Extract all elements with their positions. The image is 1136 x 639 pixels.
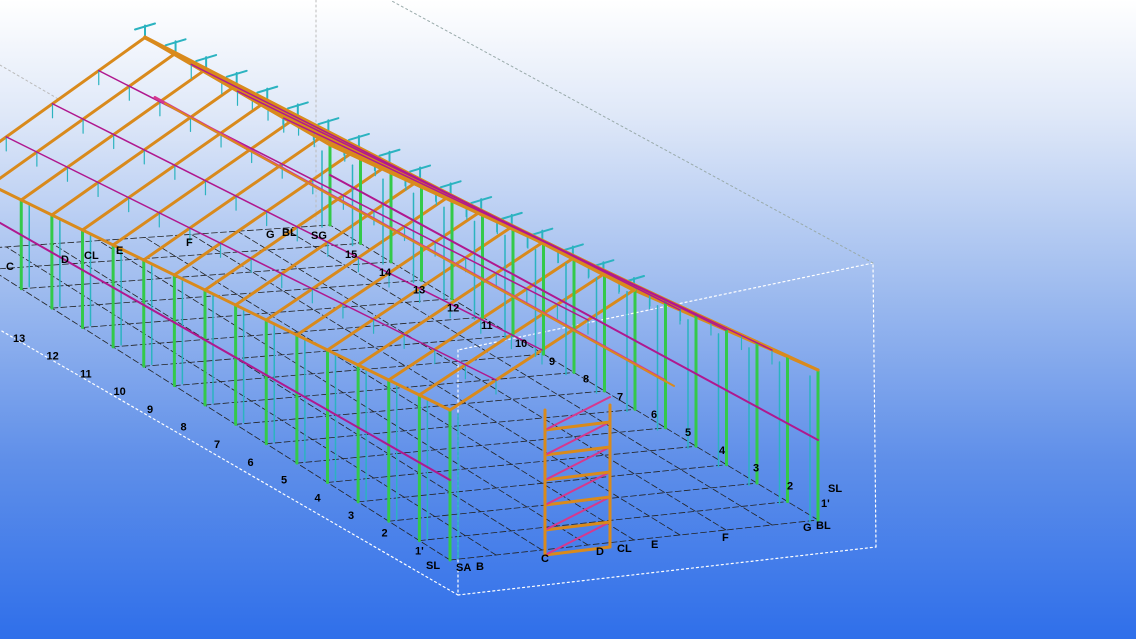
grid-line [0,274,451,561]
grid-label-line: SL [426,560,440,572]
grid-label-bay: 1' [821,498,830,510]
grid-label-bay: 3 [348,510,354,522]
grid-label-line: BL [816,520,831,532]
grid-label-line: SL [828,483,842,495]
grid-labels: 13 12 11 10 9 8 7 6 5 4 3 2 1' 15 14 13 12 11 10 9 8 7 6 5 4 3 2 1'… [6,227,842,574]
purlin [190,63,681,311]
grid-label-line: F [722,532,729,544]
walkway [164,102,675,387]
grid-label-bay: 14 [379,267,392,279]
steel-members [0,22,820,562]
bbox-edge [457,546,877,596]
grid-label-bay: 12 [447,302,459,314]
grid-label-line: E [651,539,658,551]
grid-label-bay: 9 [549,356,555,368]
grid-label-bay: 3 [753,463,759,475]
grid-label-bay: 11 [481,320,493,332]
grid-label-bay: 7 [617,391,623,403]
grid-label-bay: 9 [147,404,153,416]
grid-label-bay: 10 [114,386,126,398]
grid-label-bay: 6 [651,409,657,421]
grid-label-line: C [6,261,14,273]
grid-label-bay: 2 [382,528,388,540]
grid-label-line: CL [617,543,632,555]
bbox-edge [872,262,877,548]
rafter [0,36,147,144]
bbox-edge [0,64,61,101]
grid-label-line: D [596,546,604,558]
grid-label-bay: 13 [13,333,25,345]
grid-label-bay: 7 [214,439,220,451]
purlin [51,103,543,351]
grid-label-line: C [541,553,549,565]
rafter [0,51,178,181]
structural-3d-model[interactable]: 13 12 11 10 9 8 7 6 5 4 3 2 1' 15 14 13 12 11 10 9 8 7 6 5 4 3 2 1'… [0,0,1136,639]
grid-label-bay: 5 [281,475,287,487]
grid-label-bay: 4 [719,445,726,457]
grid-label-line: CL [84,250,99,262]
grid-label-bay: 6 [248,457,254,469]
grid-label-bay: 12 [47,351,59,363]
grid-label-line: F [186,237,193,249]
grid-label-bay: 2 [787,480,793,492]
grid-label-bay: 11 [80,368,92,380]
grid-label-line: BL [282,227,297,239]
grid-label-bay: 10 [515,338,527,350]
grid-label-bay: 5 [685,427,691,439]
grid-label-line: SA [456,562,471,574]
grid-label-line: D [61,254,69,266]
grid-label-bay: 1' [415,545,424,557]
model-viewport[interactable]: 13 12 11 10 9 8 7 6 5 4 3 2 1' 15 14 13 12 11 10 9 8 7 6 5 4 3 2 1'… [0,0,1136,639]
grid-label-line: SG [311,230,327,242]
girt [329,174,819,441]
grid-label-line: G [266,229,275,241]
grid-label-bay: 13 [413,285,425,297]
grid-label-bay: 4 [315,492,322,504]
grid-label-line: B [476,561,484,573]
grid-label-bay: 8 [583,374,589,386]
grid-label-line: E [116,245,123,257]
grid-label-line: G [803,522,812,534]
grid-label-bay: 15 [345,249,357,261]
grid-label-bay: 8 [181,422,187,434]
